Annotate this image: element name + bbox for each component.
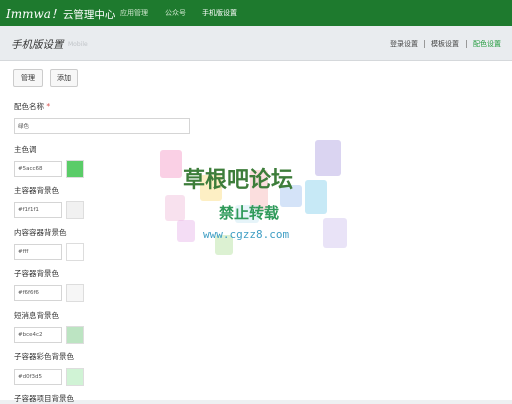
brand-name: Immwa！ — [6, 7, 63, 21]
message-bg-swatch[interactable] — [66, 326, 84, 344]
message-bg-label: 短消息背景色 — [14, 311, 59, 320]
primary-color-input[interactable]: #5acc68 — [14, 161, 62, 177]
watermark-url: www.cgzz8.com — [203, 228, 290, 241]
required-mark: * — [46, 102, 51, 111]
tab-divider — [466, 40, 467, 48]
page-title: 手机版设置 — [11, 39, 64, 51]
sub-colored-bg-label: 子容器彩色背景色 — [14, 352, 74, 361]
message-bg-input[interactable]: #bce4c2 — [14, 327, 62, 343]
top-bar: Immwa！云管理中心 应用管理 公众号 手机版设置 — [0, 0, 512, 26]
sub-item-bg-label: 子容器项目背景色 — [14, 394, 74, 403]
page-subtitle: Mobile — [68, 41, 88, 48]
watermark: 草根吧论坛 禁止转载 www.cgzz8.com — [155, 140, 355, 270]
content-bg-label: 内容容器背景色 — [14, 228, 67, 237]
main-bg-label: 主容器背景色 — [14, 186, 59, 195]
content-bg-swatch[interactable] — [66, 243, 84, 261]
tab-color-settings[interactable]: 配色设置 — [473, 39, 501, 49]
primary-color-swatch[interactable] — [66, 160, 84, 178]
tab-login-settings[interactable]: 登录设置 — [390, 39, 418, 49]
color-name-input[interactable]: 绿色 — [14, 118, 190, 134]
color-name-label: 配色名称 * — [14, 102, 51, 111]
watermark-subtitle: 禁止转载 — [219, 204, 280, 222]
watermark-title: 草根吧论坛 — [183, 168, 294, 193]
tab-template-settings[interactable]: 模板设置 — [431, 39, 459, 49]
add-button[interactable]: 添加 — [50, 69, 78, 87]
nav-official-accounts[interactable]: 公众号 — [165, 8, 186, 18]
sub-colored-bg-swatch[interactable] — [66, 368, 84, 386]
nav-apps[interactable]: 应用管理 — [120, 8, 148, 18]
brand-logo[interactable]: Immwa！云管理中心 — [6, 5, 115, 22]
nav-mobile-settings[interactable]: 手机版设置 — [202, 8, 237, 18]
content-bg-input[interactable]: #fff — [14, 244, 62, 260]
manage-button[interactable]: 管理 — [13, 69, 43, 87]
sub-bg-input[interactable]: #f6f6f6 — [14, 285, 62, 301]
brand-subtitle: 云管理中心 — [62, 9, 116, 21]
main-bg-swatch[interactable] — [66, 201, 84, 219]
sub-bg-label: 子容器背景色 — [14, 269, 59, 278]
sub-bg-swatch[interactable] — [66, 284, 84, 302]
main-bg-input[interactable]: #f1f1f1 — [14, 202, 62, 218]
sub-colored-bg-input[interactable]: #d0f3d5 — [14, 369, 62, 385]
primary-color-label: 主色调 — [14, 145, 37, 154]
tab-divider — [424, 40, 425, 48]
